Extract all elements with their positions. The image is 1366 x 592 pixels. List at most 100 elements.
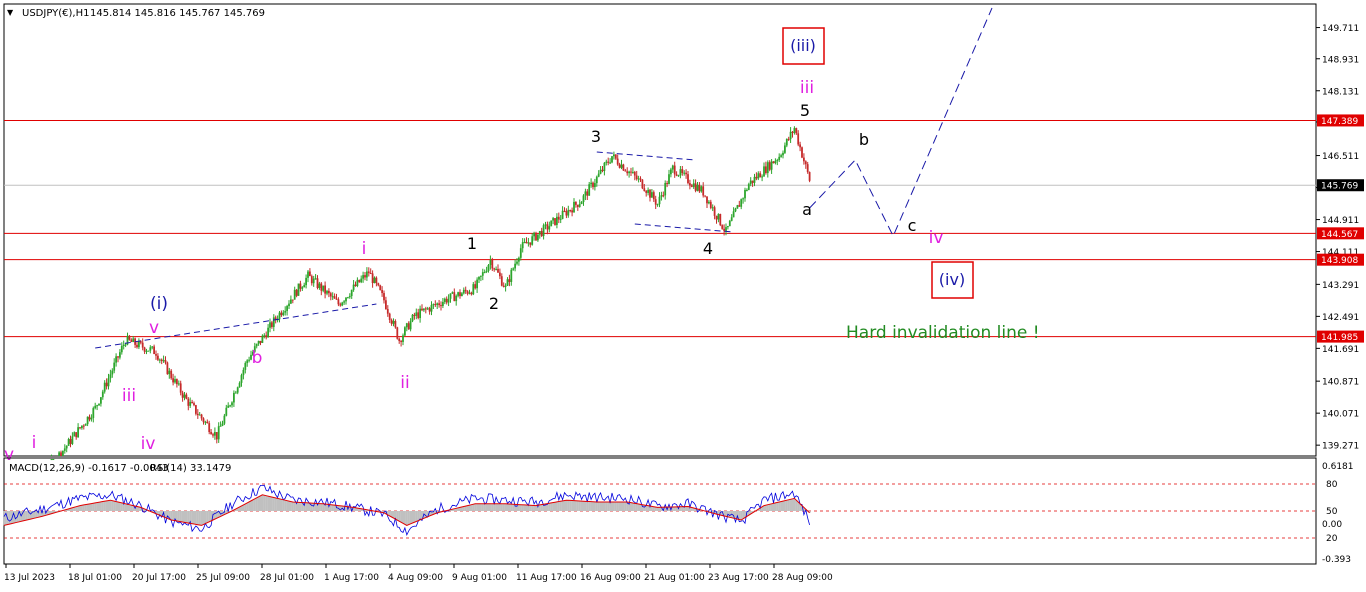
candle-body: [776, 160, 779, 162]
candle-body: [586, 191, 589, 196]
macd-histogram-bar: [3, 511, 5, 526]
macd-histogram-bar: [487, 503, 490, 511]
candle-body: [652, 192, 655, 200]
wave-label: iii: [122, 386, 136, 406]
candle-body: [601, 169, 604, 171]
candle-body: [421, 308, 423, 311]
dropdown-icon[interactable]: ▼: [7, 8, 14, 17]
candle-body: [219, 425, 222, 427]
candle-body: [77, 427, 79, 438]
wave-label: i: [362, 239, 367, 259]
candle-body: [158, 359, 161, 361]
candle-body: [462, 289, 465, 294]
candle-body: [673, 165, 676, 175]
macd-histogram-bar: [326, 504, 328, 511]
candle-body: [804, 161, 807, 165]
macd-histogram-bar: [770, 503, 773, 511]
candle-body: [803, 157, 805, 162]
candle-body: [546, 224, 549, 230]
candle-body: [550, 220, 553, 227]
time-tick-label: 16 Aug 09:00: [580, 573, 641, 583]
macd-histogram-bar: [647, 505, 650, 511]
macd-histogram-bar: [185, 511, 188, 523]
candle-body: [193, 403, 195, 406]
macd-histogram-bar: [276, 498, 279, 511]
rsi-label: RSI(14) 33.1479: [150, 463, 231, 474]
macd-histogram-bar: [783, 500, 786, 511]
candle-body: [512, 268, 515, 270]
macd-histogram-bar: [618, 502, 621, 511]
macd-histogram-bar: [394, 511, 397, 520]
candle-body: [282, 312, 285, 316]
price-tick-label: 143.291: [1322, 281, 1359, 291]
macd-histogram-bar: [270, 497, 273, 511]
candle-body: [668, 174, 670, 185]
candle-body: [436, 303, 439, 305]
macd-histogram-bar: [126, 504, 129, 511]
price-tick-label: 139.271: [1322, 442, 1359, 452]
candle-body: [225, 407, 228, 416]
candle-body: [409, 321, 412, 330]
candle-body: [457, 292, 459, 296]
candle-body: [459, 292, 461, 297]
time-tick-label: 9 Aug 01:00: [452, 573, 507, 583]
candle-body: [723, 228, 725, 231]
candle-body: [628, 171, 630, 174]
candle-body: [90, 417, 93, 420]
candle-body: [107, 378, 110, 387]
candle-body: [613, 154, 615, 157]
candle-body: [335, 298, 338, 300]
candle-body: [565, 211, 568, 216]
candle-body: [806, 164, 809, 173]
candle-body: [58, 452, 60, 456]
macd-histogram-bar: [305, 502, 308, 511]
macd-histogram-bar: [293, 502, 296, 511]
candle-body: [759, 173, 762, 178]
candle-body: [774, 160, 777, 164]
candle-body: [709, 201, 712, 208]
macd-histogram-bar: [597, 502, 600, 511]
candle-body: [635, 175, 638, 180]
candle-body: [732, 211, 735, 218]
candle-body: [529, 242, 532, 245]
macd-tick-label: 0.6181: [1322, 462, 1354, 472]
candle-body: [375, 277, 378, 284]
candle-body: [440, 305, 442, 307]
macd-histogram-bar: [310, 503, 313, 511]
macd-histogram-bar: [130, 505, 133, 511]
candle-body: [485, 270, 488, 273]
candle-body: [746, 189, 748, 191]
candle-body: [301, 287, 304, 289]
macd-histogram-bar: [725, 511, 727, 517]
macd-histogram-bar: [286, 500, 289, 511]
candle-body: [595, 176, 598, 184]
macd-histogram-bar: [635, 503, 638, 511]
candle-body: [348, 296, 351, 298]
candle-body: [670, 169, 672, 175]
price-tick-label: 141.691: [1322, 345, 1359, 355]
macd-histogram-bar: [521, 504, 524, 511]
macd-histogram-bar: [250, 500, 252, 511]
macd-histogram-bar: [525, 505, 528, 511]
candle-body: [559, 218, 562, 220]
macd-histogram-bar: [785, 500, 788, 511]
candle-body: [238, 382, 241, 388]
candle-body: [234, 392, 237, 394]
candle-body: [481, 272, 484, 276]
candle-body: [341, 302, 344, 306]
macd-histogram-bar: [601, 502, 604, 511]
wave-label: v: [4, 445, 14, 465]
macd-histogram-bar: [734, 511, 737, 519]
candle-body: [392, 320, 395, 324]
candle-body: [504, 285, 507, 287]
macd-histogram-bar: [411, 511, 414, 524]
candle-body: [533, 232, 535, 237]
candle-body: [377, 283, 380, 286]
candle-body: [616, 158, 619, 165]
candle-body: [242, 369, 245, 376]
macd-histogram-bar: [345, 506, 347, 511]
candle-body: [67, 439, 70, 446]
macd-histogram-bar: [265, 495, 268, 511]
macd-histogram-bar: [774, 502, 777, 511]
candle-body: [525, 241, 528, 244]
